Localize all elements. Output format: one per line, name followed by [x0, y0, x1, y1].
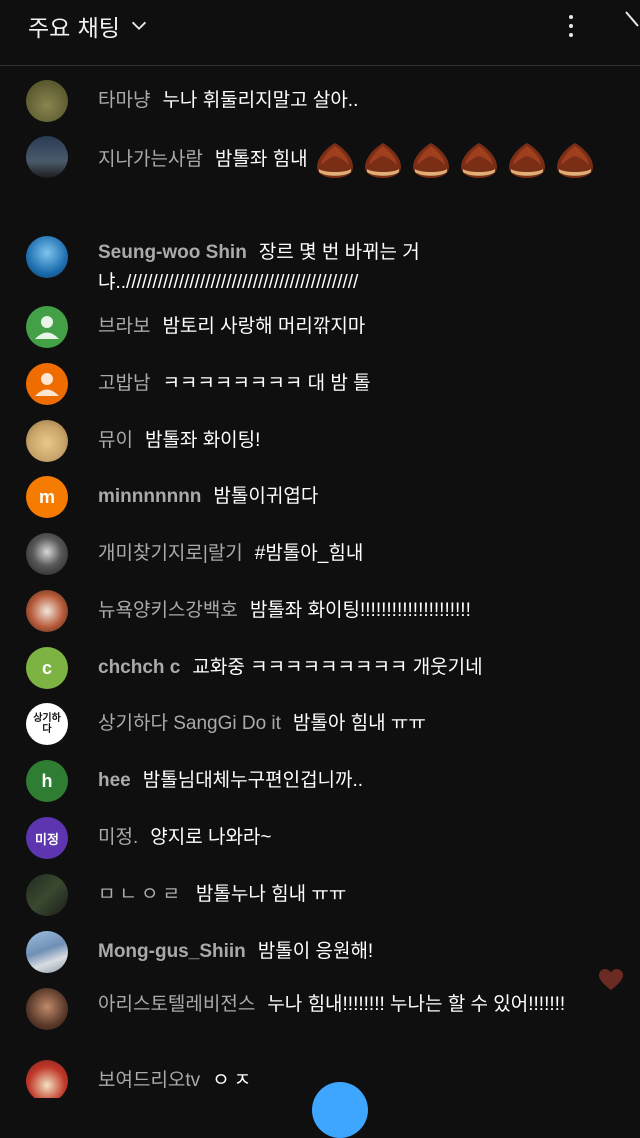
chestnut-emoji: [508, 143, 545, 178]
chat-mode-selector[interactable]: 주요 채팅: [28, 9, 150, 43]
message-text: 밤톨이 응원해!: [257, 941, 374, 962]
author-name[interactable]: 상기하다 SangGi Do it: [98, 713, 281, 734]
avatar[interactable]: [26, 590, 68, 632]
avatar[interactable]: h: [26, 760, 68, 802]
chat-message-list[interactable]: 타마냥 누나 휘둘리지말고 살아.. 지나가는사람 밤톨좌 힘내 Seung-woo…: [0, 66, 640, 1098]
scroll-to-bottom-button[interactable]: [312, 1082, 368, 1138]
message-text: 밤토리 사랑해 머리깎지마: [162, 316, 366, 337]
avatar[interactable]: [26, 236, 68, 278]
author-name[interactable]: 미정.: [98, 827, 138, 848]
more-options-icon[interactable]: [560, 10, 582, 42]
chestnut-emoji: [364, 143, 401, 178]
message-text: 밤톨좌 화이팅!!!!!!!!!!!!!!!!!!!!!: [249, 600, 471, 621]
author-name[interactable]: 타마냥: [98, 90, 150, 111]
chestnut-emoji: [460, 143, 497, 178]
chevron-down-icon: [131, 21, 147, 31]
avatar[interactable]: [26, 533, 68, 575]
message-text: 밤톨좌 화이팅!: [144, 430, 261, 451]
avatar[interactable]: c: [26, 647, 68, 689]
message-text: 밤톨님대체누구편인겁니까..: [142, 770, 364, 791]
message-text: 양지로 나와라~: [150, 827, 272, 848]
author-name[interactable]: 뮤이: [98, 430, 133, 451]
message-text: ㅇㅈ: [212, 1070, 256, 1091]
author-name[interactable]: 뉴욕양키스강백호: [98, 600, 238, 621]
author-name[interactable]: 보여드리오tv: [98, 1070, 200, 1091]
message-text: 누나 힘내!!!!!!!! 누나는 할 수 있어!!!!!!!: [267, 994, 566, 1015]
heart-icon: [599, 969, 623, 990]
chat-mode-label: 주요 채팅: [28, 16, 120, 42]
message-text: 밤톨좌 힘내: [214, 149, 308, 171]
message-text: 교화중 ㅋㅋㅋㅋㅋㅋㅋㅋㅋ 개웃기네: [192, 657, 483, 678]
author-name[interactable]: Seung-woo Shin: [98, 242, 247, 263]
avatar[interactable]: 상기하다: [26, 703, 68, 745]
author-name[interactable]: 아리스토텔레비전스: [98, 994, 255, 1015]
avatar[interactable]: [26, 363, 68, 405]
avatar[interactable]: [26, 306, 68, 348]
chat-header: 주요 채팅: [0, 0, 640, 66]
avatar[interactable]: [26, 420, 68, 462]
message-text: 누나 휘둘리지말고 살아..: [162, 90, 359, 111]
avatar[interactable]: [26, 988, 68, 1030]
author-name[interactable]: 고밥남: [98, 373, 150, 394]
author-name[interactable]: minnnnnnn: [98, 486, 201, 507]
message-text: 밤톨이귀엽다: [213, 486, 319, 507]
avatar[interactable]: [26, 80, 68, 122]
chestnut-emoji: [556, 143, 593, 178]
message-text: 밤톨아 힘내 ㅠㅠ: [292, 713, 426, 734]
person-icon: [35, 316, 59, 339]
avatar[interactable]: [26, 931, 68, 973]
author-name[interactable]: ㅁㄴㅇㄹ: [98, 884, 184, 905]
avatar[interactable]: m: [26, 476, 68, 518]
author-name[interactable]: Mong-gus_Shiin: [98, 941, 246, 962]
avatar[interactable]: 미정: [26, 817, 68, 859]
author-name[interactable]: 브라보: [98, 316, 150, 337]
message-text: #밤톨아_힘내: [254, 543, 364, 564]
chestnut-emoji: [316, 143, 353, 178]
avatar[interactable]: [26, 1060, 68, 1098]
message-text: ㅋㅋㅋㅋㅋㅋㅋㅋ 대 밤 톨: [162, 373, 371, 394]
close-icon[interactable]: [620, 8, 640, 44]
author-name[interactable]: chchch c: [98, 657, 180, 678]
chestnut-emoji: [412, 143, 449, 178]
author-name[interactable]: hee: [98, 770, 131, 791]
author-name[interactable]: 개미찾기지로|랄기: [98, 543, 243, 564]
avatar[interactable]: [26, 874, 68, 916]
author-name[interactable]: 지나가는사람: [98, 149, 203, 170]
person-icon: [35, 373, 59, 396]
message-text: 밤톨누나 힘내 ㅠㅠ: [195, 884, 347, 905]
avatar[interactable]: [26, 136, 68, 178]
